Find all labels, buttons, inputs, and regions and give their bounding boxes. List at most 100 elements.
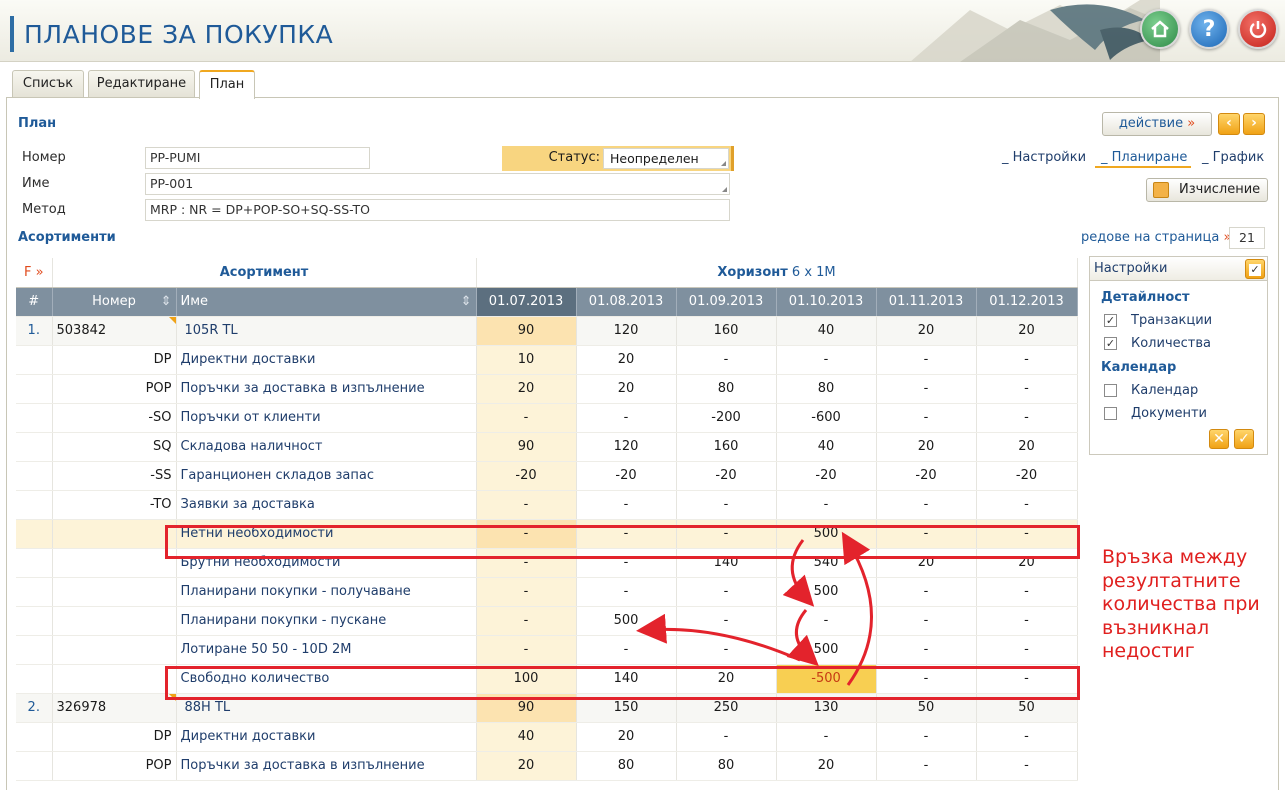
name-field[interactable]: PP-001 — [145, 173, 730, 195]
value-cell[interactable]: 500 — [776, 577, 877, 607]
logout-button[interactable] — [1238, 9, 1278, 49]
row-label[interactable]: Заявки за доставка — [176, 490, 477, 520]
next-button[interactable]: › — [1243, 113, 1265, 135]
value-cell[interactable]: 90 — [476, 316, 577, 346]
value-cell[interactable]: 20 — [976, 432, 1078, 462]
rows-per-page-input[interactable]: 21 — [1229, 227, 1265, 249]
row-label[interactable]: Поръчки от клиенти — [176, 403, 477, 433]
value-cell[interactable]: 120 — [576, 316, 677, 346]
value-cell[interactable]: - — [876, 606, 977, 636]
value-cell[interactable]: - — [476, 606, 577, 636]
column-header-2[interactable]: Име ⇕ — [176, 287, 477, 317]
value-cell[interactable]: 100 — [476, 664, 577, 694]
value-cell[interactable]: - — [876, 635, 977, 665]
help-button[interactable]: ? — [1189, 9, 1229, 49]
value-cell[interactable]: 500 — [576, 606, 677, 636]
value-cell[interactable]: 540 — [776, 548, 877, 578]
row-label[interactable]: Нетни необходимости — [176, 519, 477, 549]
value-cell[interactable]: 120 — [576, 432, 677, 462]
value-cell[interactable]: - — [676, 345, 777, 375]
value-cell[interactable]: - — [976, 519, 1078, 549]
row-label[interactable]: Директни доставки — [176, 722, 477, 752]
value-cell[interactable]: 500 — [776, 519, 877, 549]
value-cell[interactable]: - — [976, 577, 1078, 607]
value-cell[interactable]: 20 — [976, 548, 1078, 578]
column-header-1[interactable]: Номер ⇕ — [52, 287, 177, 317]
value-cell[interactable]: - — [576, 577, 677, 607]
value-cell[interactable]: 20 — [876, 316, 977, 346]
value-cell[interactable]: - — [576, 548, 677, 578]
value-cell[interactable]: - — [476, 635, 577, 665]
value-cell[interactable]: - — [776, 490, 877, 520]
row-label[interactable]: Лотиране 50 50 - 10D 2M — [176, 635, 477, 665]
value-cell[interactable]: - — [876, 490, 977, 520]
tab-list[interactable]: Списък — [12, 70, 84, 98]
value-cell[interactable]: 20 — [576, 374, 677, 404]
value-cell[interactable]: -200 — [676, 403, 777, 433]
value-cell[interactable]: - — [876, 664, 977, 694]
value-cell[interactable]: - — [876, 751, 977, 781]
value-cell[interactable]: - — [776, 345, 877, 375]
value-cell[interactable]: -20 — [676, 461, 777, 491]
value-cell[interactable]: - — [476, 548, 577, 578]
value-cell[interactable]: - — [976, 635, 1078, 665]
view-link-planning[interactable]: _ Планиране — [1095, 150, 1192, 168]
row-label[interactable]: Складова наличност — [176, 432, 477, 462]
value-cell[interactable]: - — [876, 345, 977, 375]
value-cell[interactable]: -500 — [776, 664, 877, 694]
value-cell[interactable]: - — [576, 403, 677, 433]
value-cell[interactable]: 10 — [476, 345, 577, 375]
value-cell[interactable]: 80 — [776, 374, 877, 404]
value-cell[interactable]: 20 — [476, 374, 577, 404]
value-cell[interactable]: 160 — [676, 316, 777, 346]
quantities-checkbox[interactable]: ✓ — [1104, 337, 1117, 350]
transactions-checkbox[interactable]: ✓ — [1104, 314, 1117, 327]
value-cell[interactable]: - — [876, 722, 977, 752]
value-cell[interactable]: - — [476, 490, 577, 520]
row-label[interactable]: Планирани покупки - пускане — [176, 606, 477, 636]
value-cell[interactable]: - — [876, 403, 977, 433]
value-cell[interactable]: - — [676, 577, 777, 607]
value-cell[interactable]: - — [976, 664, 1078, 694]
row-label[interactable]: Директни доставки — [176, 345, 477, 375]
tab-edit[interactable]: Редактиране — [88, 70, 195, 98]
status-select[interactable]: Неопределен — [603, 148, 729, 169]
value-cell[interactable]: 80 — [676, 751, 777, 781]
row-label[interactable]: Свободно количество — [176, 664, 477, 694]
value-cell[interactable]: - — [976, 403, 1078, 433]
value-cell[interactable]: - — [676, 519, 777, 549]
action-button[interactable]: действие » — [1102, 112, 1212, 136]
value-cell[interactable]: 50 — [876, 693, 977, 723]
value-cell[interactable]: 40 — [776, 432, 877, 462]
value-cell[interactable]: - — [976, 722, 1078, 752]
value-cell[interactable]: - — [776, 606, 877, 636]
sort-icon[interactable]: ⇕ — [161, 294, 172, 309]
value-cell[interactable]: 20 — [476, 751, 577, 781]
value-cell[interactable]: 20 — [776, 751, 877, 781]
tab-plan[interactable]: План — [199, 70, 255, 99]
value-cell[interactable]: - — [676, 490, 777, 520]
row-label[interactable]: Поръчки за доставка в изпълнение — [176, 751, 477, 781]
value-cell[interactable]: - — [576, 635, 677, 665]
view-link-settings[interactable]: _ Настройки — [1002, 150, 1086, 165]
home-button[interactable] — [1140, 9, 1180, 49]
value-cell[interactable]: -20 — [776, 461, 877, 491]
value-cell[interactable]: - — [976, 606, 1078, 636]
calculate-button[interactable]: Изчисление — [1146, 178, 1268, 202]
value-cell[interactable]: 20 — [576, 345, 677, 375]
row-label[interactable]: Планирани покупки - получаване — [176, 577, 477, 607]
value-cell[interactable]: 140 — [676, 548, 777, 578]
value-cell[interactable]: - — [476, 403, 577, 433]
value-cell[interactable]: 20 — [976, 316, 1078, 346]
apply-button[interactable]: ✓ — [1234, 429, 1254, 449]
value-cell[interactable]: - — [876, 577, 977, 607]
value-cell[interactable]: 40 — [776, 316, 877, 346]
view-link-chart[interactable]: _ График — [1202, 150, 1264, 165]
value-cell[interactable]: 80 — [676, 374, 777, 404]
value-cell[interactable]: - — [576, 519, 677, 549]
value-cell[interactable]: 20 — [576, 722, 677, 752]
value-cell[interactable]: - — [576, 490, 677, 520]
value-cell[interactable]: - — [476, 577, 577, 607]
value-cell[interactable]: 160 — [676, 432, 777, 462]
value-cell[interactable]: - — [976, 345, 1078, 375]
